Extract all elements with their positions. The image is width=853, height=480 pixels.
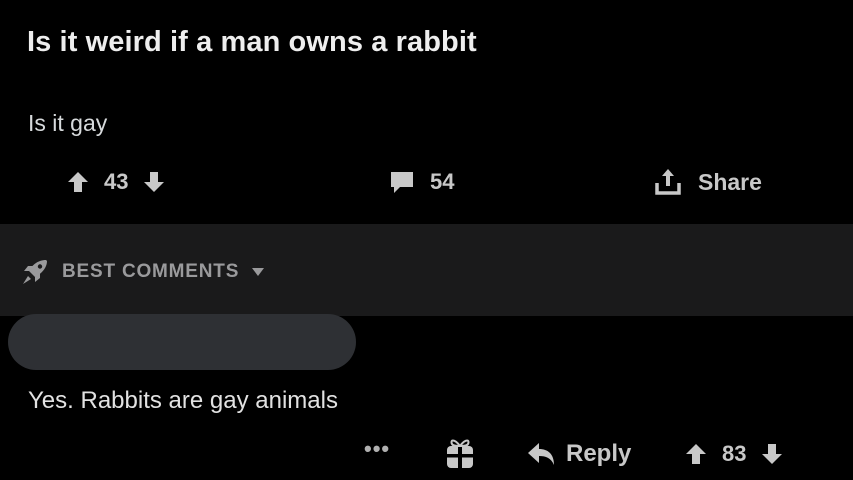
- caret-down-icon: [251, 267, 265, 277]
- comments-button[interactable]: 54: [388, 162, 454, 202]
- upvote-arrow-icon[interactable]: [684, 442, 708, 466]
- rocket-icon: [20, 257, 50, 287]
- share-button[interactable]: Share: [652, 162, 762, 202]
- post-title: Is it weird if a man owns a rabbit: [27, 26, 477, 58]
- share-label: Share: [698, 168, 762, 195]
- comment-text: Yes. Rabbits are gay animals: [28, 387, 338, 414]
- downvote-arrow-icon[interactable]: [760, 442, 784, 466]
- comment-sort-bar: BEST COMMENTS: [0, 224, 853, 316]
- comment-bubble-icon: [388, 168, 416, 196]
- upvote-arrow-icon[interactable]: [66, 170, 90, 194]
- post-body: Is it gay: [28, 110, 108, 136]
- comment-vote-count: 83: [722, 441, 747, 466]
- comment-vote-bar: 83: [684, 432, 784, 476]
- comment-count: 54: [430, 169, 455, 194]
- reply-button[interactable]: Reply: [526, 432, 631, 476]
- share-icon: [652, 166, 684, 198]
- redacted-author: [8, 314, 356, 370]
- post-upvote-count: 43: [104, 169, 129, 194]
- award-button[interactable]: [444, 432, 476, 476]
- reply-label: Reply: [566, 440, 632, 467]
- downvote-arrow-icon[interactable]: [142, 170, 166, 194]
- sort-dropdown[interactable]: BEST COMMENTS: [20, 257, 265, 287]
- sort-label: BEST COMMENTS: [62, 261, 240, 282]
- more-options-button[interactable]: •••: [364, 436, 390, 480]
- gift-icon: [444, 432, 476, 472]
- reply-arrow-icon: [526, 441, 556, 467]
- post-vote-bar: 43: [66, 162, 166, 202]
